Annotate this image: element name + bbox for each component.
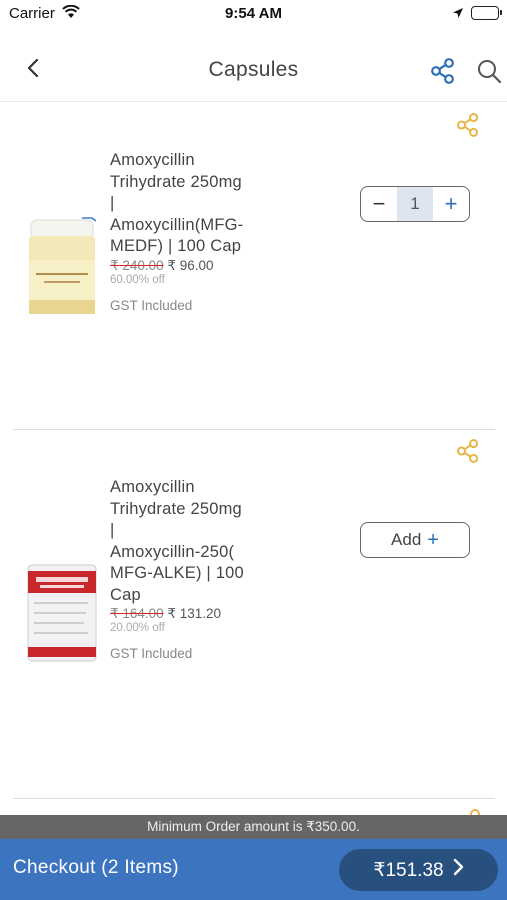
search-icon[interactable] (476, 58, 502, 89)
nav-bar: Capsules (0, 40, 507, 102)
tax-note: GST Included (110, 298, 193, 313)
share-icon[interactable] (429, 57, 457, 90)
minimum-order-notice: Minimum Order amount is ₹350.00. (0, 815, 507, 839)
product-name[interactable]: Amoxycillin Trihydrate 250mg | Amoxycill… (110, 150, 280, 258)
share-icon[interactable] (455, 438, 481, 469)
checkout-button[interactable]: Checkout (2 Items) (13, 857, 179, 879)
checkout-bar[interactable]: Checkout (2 Items) ₹151.38 (0, 839, 507, 900)
mrp-price: ₹ 164.00 (110, 606, 164, 621)
discount-label: 20.00% off (110, 622, 165, 634)
plus-icon: + (427, 528, 439, 551)
battery-icon (471, 6, 502, 20)
add-label: Add (391, 530, 422, 549)
cart-total: ₹151.38 (373, 859, 444, 881)
product-price: ₹ 164.00 ₹ 131.20 (110, 606, 221, 622)
tax-note: GST Included (110, 646, 193, 661)
product-image[interactable] (26, 216, 97, 316)
product-image[interactable] (26, 563, 97, 663)
sale-price: ₹ 96.00 (167, 258, 214, 273)
chevron-right-icon (452, 858, 464, 882)
divider (13, 798, 495, 799)
status-bar: Carrier 9:54 AM (0, 0, 507, 28)
quantity-value: 1 (397, 187, 433, 221)
quantity-stepper: − 1 + (360, 186, 470, 222)
product-price: ₹ 240.00 ₹ 96.00 (110, 258, 214, 274)
status-time: 9:54 AM (225, 5, 282, 22)
discount-label: 60.00% off (110, 274, 165, 286)
location-arrow-icon (452, 6, 464, 24)
divider (13, 429, 495, 430)
decrement-button[interactable]: − (361, 187, 397, 221)
product-name[interactable]: Amoxycillin Trihydrate 250mg | Amoxycill… (110, 477, 280, 606)
mrp-price: ₹ 240.00 (110, 258, 164, 273)
sale-price: ₹ 131.20 (167, 606, 222, 621)
share-icon[interactable] (455, 112, 481, 143)
increment-button[interactable]: + (433, 187, 469, 221)
cart-total-button[interactable]: ₹151.38 (339, 849, 498, 891)
add-to-cart-button[interactable]: Add + (360, 522, 470, 558)
share-icon[interactable] (468, 806, 482, 815)
